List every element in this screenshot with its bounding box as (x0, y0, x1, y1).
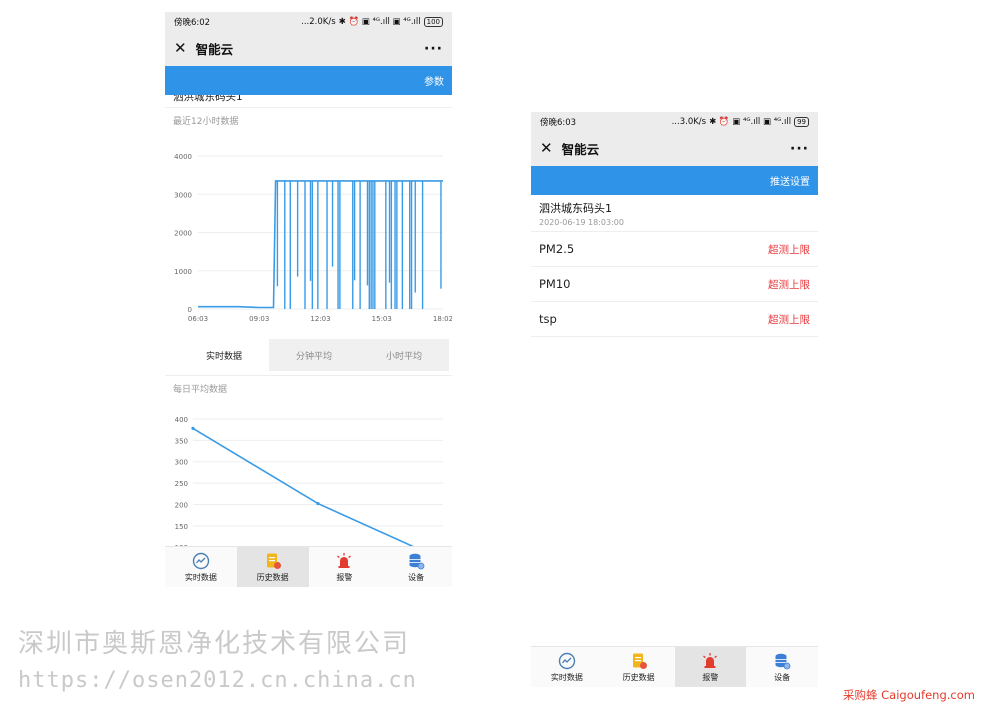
status-icons: ✱ ⏰ ▣ ⁴ᴳ.ıll ▣ ⁴ᴳ.ıll (338, 16, 421, 27)
nav-label: 报警 (702, 672, 719, 682)
app-title: 智能云 (195, 42, 234, 57)
nav-history[interactable]: 历史数据 (236, 547, 309, 587)
y-tick-label: 150 (175, 523, 188, 531)
nav-device[interactable]: 设备 (380, 547, 452, 587)
alarm-status: 超测上限 (768, 313, 810, 326)
status-bar: 傍晚6:02 ...2.0K/s ✱ ⏰ ▣ ⁴ᴳ.ıll ▣ ⁴ᴳ.ıll 1… (165, 12, 452, 31)
status-icons: ✱ ⏰ ▣ ⁴ᴳ.ıll ▣ ⁴ᴳ.ıll (709, 116, 792, 127)
station-card[interactable]: 泗洪城东码头1 2020-06-19 18:03:00 (531, 195, 818, 232)
alarm-status: 超测上限 (768, 243, 810, 256)
y-tick-label: 400 (175, 416, 188, 424)
status-time: 傍晚6:03 (540, 117, 577, 128)
more-icon[interactable]: ··· (424, 41, 443, 57)
data-point (191, 426, 195, 430)
network-speed: ...3.0K/s (671, 116, 707, 127)
alarm-row-pm25[interactable]: PM2.5 超测上限 (531, 232, 818, 267)
nav-label: 实时数据 (184, 572, 217, 582)
station-name: 泗洪城东码头1 (539, 202, 612, 215)
x-tick-label: 18:02 (433, 315, 452, 323)
phone-screen-realtime: 傍晚6:02 ...2.0K/s ✱ ⏰ ▣ ⁴ᴳ.ıll ▣ ⁴ᴳ.ıll 1… (165, 12, 452, 587)
database-icon (409, 553, 425, 569)
tab-realtime[interactable]: 实时数据 (179, 339, 269, 371)
push-settings-button[interactable]: 推送设置 (770, 173, 810, 188)
series-line (192, 427, 423, 550)
nav-label: 历史数据 (622, 672, 655, 682)
station-name-partial: 泗洪城东码头1 (165, 95, 452, 108)
alarm-param: PM2.5 (539, 242, 575, 256)
x-tick-label: 15:03 (372, 315, 392, 323)
station-name: 泗洪城东码头1 (173, 95, 243, 103)
data-point (316, 502, 320, 506)
source-credit: 采购蜂 Caigoufeng.com (843, 688, 975, 702)
station-timestamp: 2020-06-19 18:03:00 (539, 218, 624, 227)
action-bar: 参数 (165, 66, 452, 95)
y-tick-label: 1000 (174, 268, 192, 276)
status-time: 傍晚6:02 (174, 17, 211, 28)
nav-label: 设备 (774, 672, 791, 682)
y-tick-label: 3000 (174, 191, 192, 199)
siren-icon (337, 552, 352, 568)
document-icon (632, 653, 647, 669)
nav-realtime[interactable]: 实时数据 (531, 647, 603, 687)
daily-line-chart: 100150200250300350400 (175, 416, 443, 550)
app-header: ✕ 智能云 ··· (165, 31, 452, 66)
nav-device[interactable]: 设备 (746, 647, 818, 687)
siren-icon (703, 652, 718, 668)
x-tick-label: 09:03 (249, 315, 269, 323)
close-icon[interactable]: ✕ (540, 141, 553, 156)
alarm-status: 超测上限 (768, 278, 810, 291)
alarm-row-pm10[interactable]: PM10 超测上限 (531, 267, 818, 302)
gauge-icon (558, 652, 576, 669)
nav-realtime[interactable]: 实时数据 (165, 547, 237, 587)
gauge-icon (192, 552, 210, 569)
series-line (198, 180, 443, 309)
url-watermark: https://osen2012.cn.china.cn (18, 668, 417, 693)
more-icon[interactable]: ··· (790, 141, 809, 157)
y-tick-label: 300 (175, 459, 188, 467)
app-header: ✕ 智能云 ··· (531, 131, 818, 166)
document-icon (266, 553, 281, 569)
company-watermark: 深圳市奥斯恩净化技术有限公司 (18, 629, 411, 659)
nav-history[interactable]: 历史数据 (603, 647, 675, 687)
realtime-section-title: 最近12小时数据 (173, 117, 239, 127)
app-title: 智能云 (561, 142, 600, 157)
x-tick-label: 06:03 (188, 315, 208, 323)
interval-tabs: 实时数据 分钟平均 小时平均 (179, 339, 449, 371)
alarm-param: PM10 (539, 277, 571, 291)
battery-icon: 99 (794, 116, 809, 127)
phone-screen-alarm: 傍晚6:03 ...3.0K/s ✱ ⏰ ▣ ⁴ᴳ.ıll ▣ ⁴ᴳ.ıll 9… (531, 112, 818, 687)
y-tick-label: 250 (175, 480, 188, 488)
close-icon[interactable]: ✕ (174, 41, 187, 56)
nav-label: 报警 (336, 572, 353, 582)
nav-label: 设备 (408, 572, 425, 582)
daily-section-title: 每日平均数据 (165, 375, 452, 397)
network-speed: ...2.0K/s (301, 16, 336, 27)
database-icon (775, 653, 791, 669)
x-tick-label: 12:03 (310, 315, 330, 323)
realtime-line-chart: 0 1000 2000 3000 4000 06:03 09:03 12:03 15:03 18:… (174, 153, 452, 323)
tab-minute-average[interactable]: 分钟平均 (269, 339, 359, 371)
y-tick-label: 200 (175, 501, 188, 509)
bottom-nav: 实时数据 历史数据 报警 设备 (531, 646, 818, 687)
y-tick-label: 2000 (174, 230, 192, 238)
y-tick-label: 0 (188, 306, 192, 314)
nav-alarm[interactable]: 报警 (674, 647, 747, 687)
action-bar: 推送设置 (531, 166, 818, 195)
y-tick-label: 4000 (174, 153, 192, 161)
alarm-param: tsp (539, 312, 557, 326)
bottom-nav: 实时数据 历史数据 报警 设备 (165, 546, 452, 587)
nav-label: 实时数据 (550, 672, 583, 682)
status-bar: 傍晚6:03 ...3.0K/s ✱ ⏰ ▣ ⁴ᴳ.ıll ▣ ⁴ᴳ.ıll 9… (531, 112, 818, 131)
nav-alarm[interactable]: 报警 (309, 547, 381, 587)
tab-hour-average[interactable]: 小时平均 (359, 339, 449, 371)
y-tick-label: 350 (175, 437, 188, 445)
nav-label: 历史数据 (256, 572, 289, 582)
alarm-row-tsp[interactable]: tsp 超测上限 (531, 302, 818, 337)
battery-icon: 100 (423, 16, 443, 27)
params-button[interactable]: 参数 (424, 73, 444, 88)
